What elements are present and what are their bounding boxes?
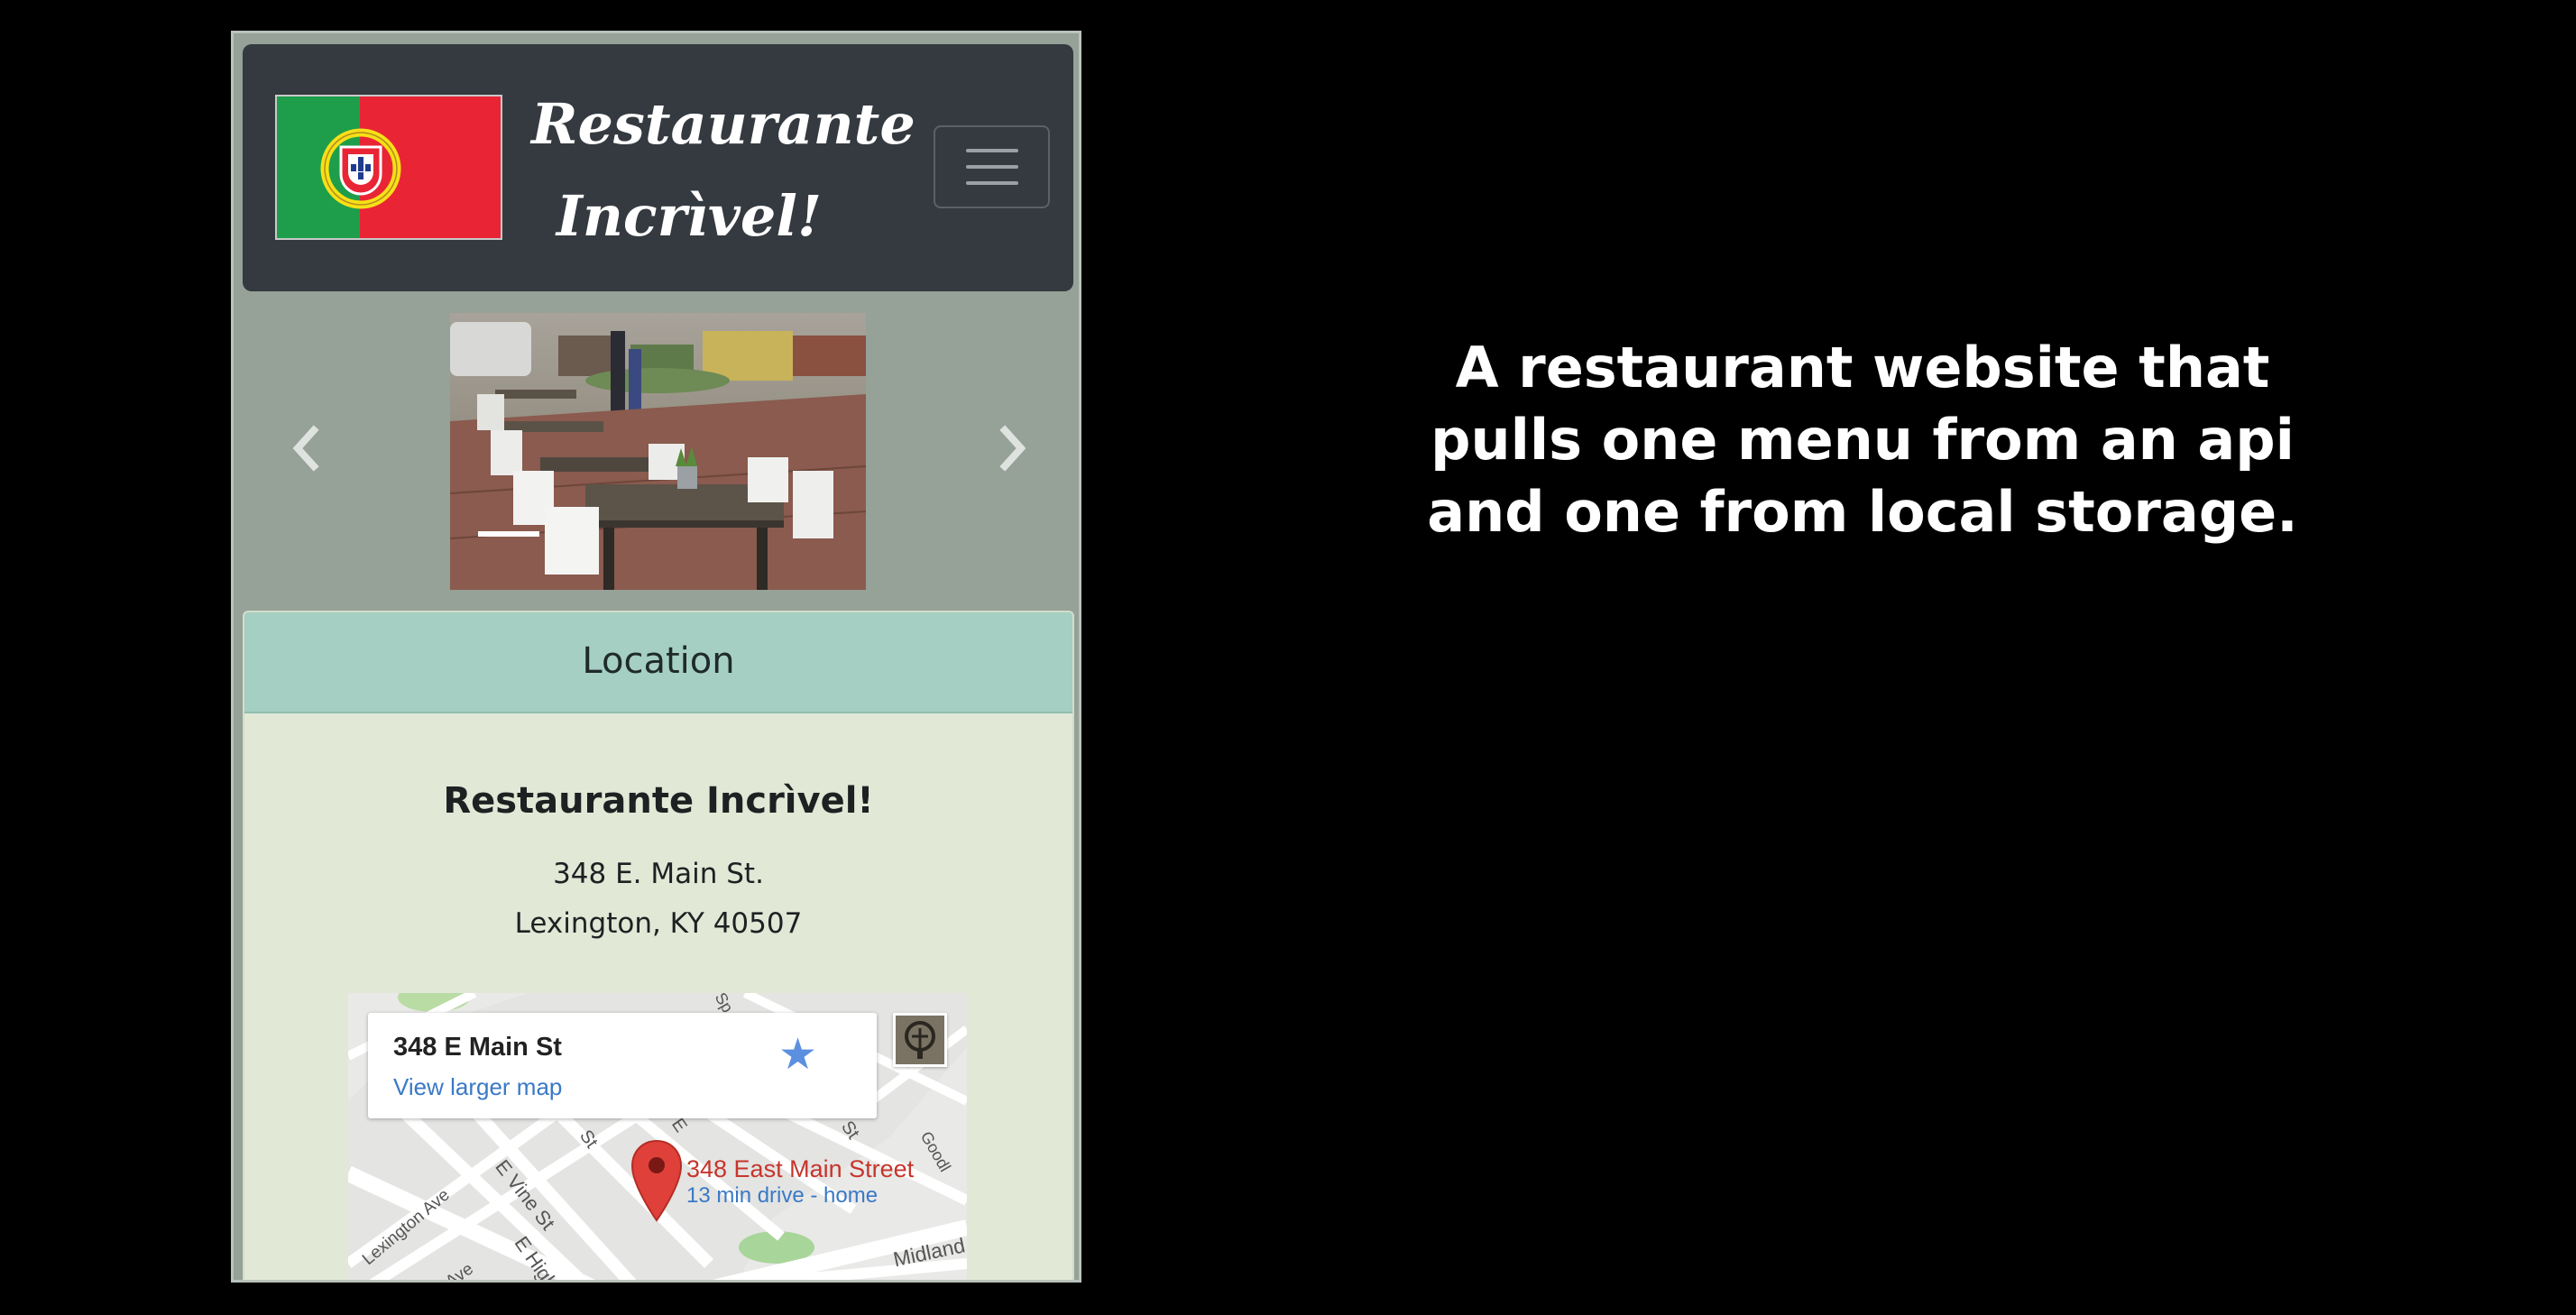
map-info-card: 348 E Main St View larger map ★ xyxy=(368,1013,877,1118)
portugal-flag-icon[interactable] xyxy=(275,95,502,240)
carousel-prev-button[interactable] xyxy=(283,421,328,475)
location-card: Location Restaurante Incrìvel! 348 E. Ma… xyxy=(243,611,1074,1280)
brand-line-1: Restaurante xyxy=(531,91,915,157)
hamburger-menu-button[interactable] xyxy=(934,125,1050,208)
chevron-right-icon xyxy=(999,425,1026,472)
tree-icon xyxy=(896,1016,944,1064)
street-view-thumbnail[interactable] xyxy=(893,1013,947,1067)
map-pin-icon[interactable] xyxy=(630,1137,684,1228)
view-larger-map-link[interactable]: View larger map xyxy=(393,1073,562,1101)
address-line-2: Lexington, KY 40507 xyxy=(514,907,803,940)
carousel-indicator-active[interactable] xyxy=(478,531,539,537)
chevron-left-icon xyxy=(292,425,319,472)
restaurant-name: Restaurante Incrìvel! xyxy=(443,780,874,822)
caption-line-1: A restaurant website that xyxy=(1455,335,2270,400)
caption-line-3: and one from local storage. xyxy=(1427,479,2298,545)
location-header: Location xyxy=(244,612,1072,713)
brand-line-2: Incrìvel! xyxy=(556,183,823,249)
brand-title[interactable]: Restaurante Incrìvel! xyxy=(531,78,915,262)
slide-caption: A restaurant website that pulls one menu… xyxy=(1407,332,2318,548)
caption-line-2: pulls one menu from an api xyxy=(1431,407,2295,473)
address-line-1: 348 E. Main St. xyxy=(553,858,764,890)
map-place-title: 348 E Main St xyxy=(393,1033,562,1062)
hamburger-menu-icon xyxy=(966,149,1018,152)
carousel-next-button[interactable] xyxy=(990,421,1035,475)
navbar: Restaurante Incrìvel! xyxy=(243,44,1073,291)
map-pin-sublabel: 13 min drive - home xyxy=(686,1183,879,1208)
star-icon[interactable]: ★ xyxy=(778,1029,817,1080)
carousel-slide-image[interactable] xyxy=(450,313,866,590)
map-pin-label: 348 East Main Street xyxy=(686,1155,915,1182)
embedded-map[interactable]: Lexington Ave Stone Ave E Vine St E High… xyxy=(348,993,967,1280)
phone-screen: Restaurante Incrìvel! Location Restauran… xyxy=(231,31,1081,1283)
restaurant-patio-photo xyxy=(450,313,866,590)
